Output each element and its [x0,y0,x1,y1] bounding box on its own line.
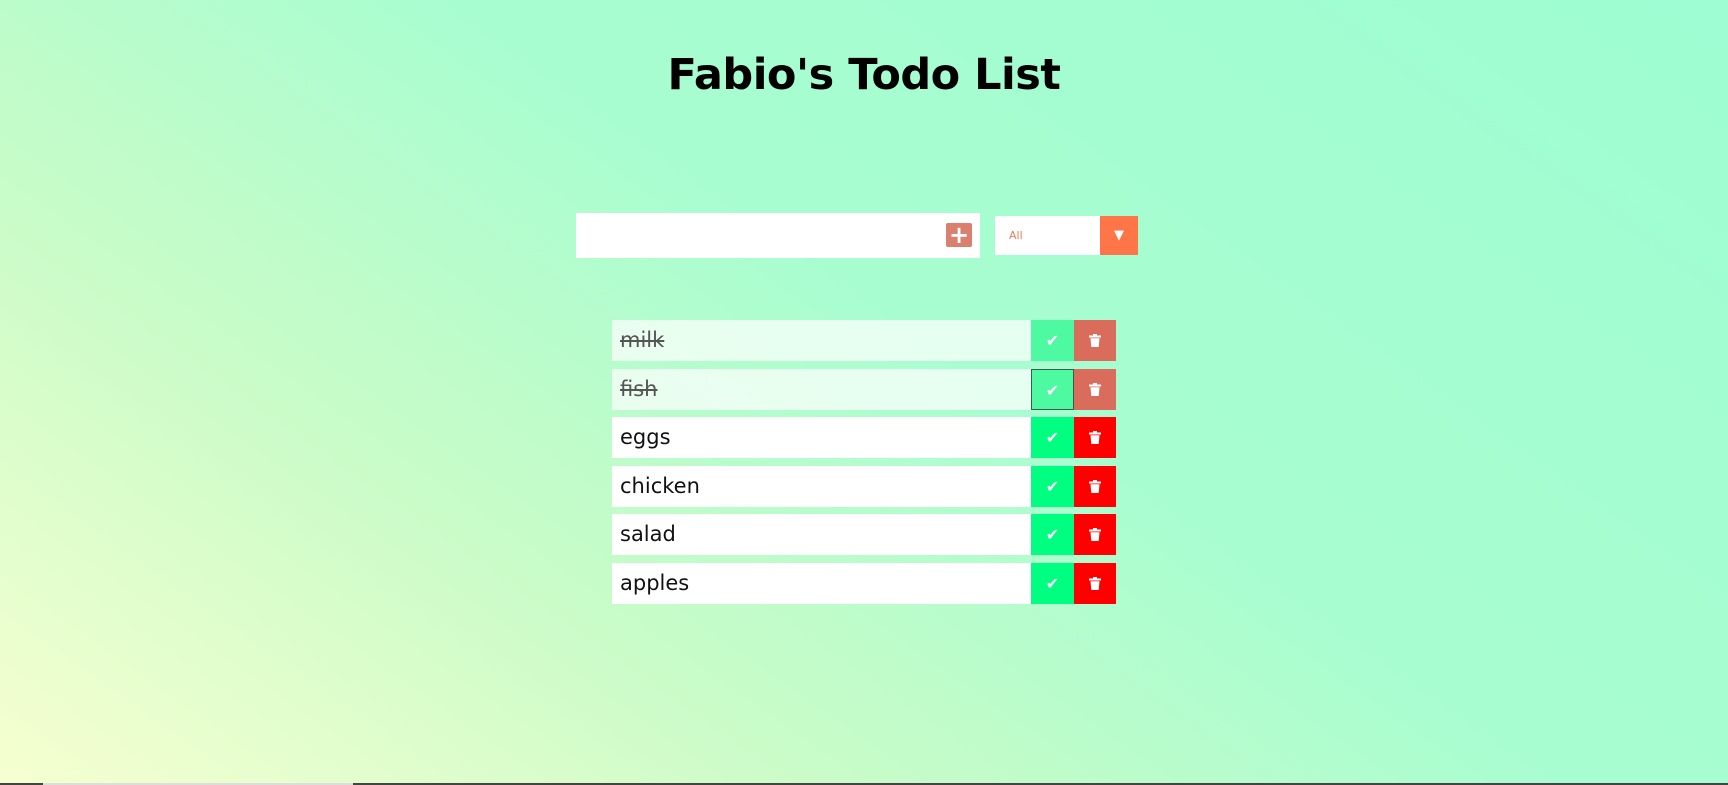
caret-down-icon: ▼ [1114,228,1124,243]
todo-item: eggs ✔ [612,417,1116,459]
complete-button[interactable]: ✔ [1031,417,1074,459]
trash-icon [1089,528,1101,542]
todo-item-text: chicken [612,465,1031,507]
todo-item-text: milk [612,320,1031,361]
check-icon: ✔ [1045,476,1060,496]
todo-input[interactable] [576,213,936,258]
check-icon: ✔ [1045,331,1060,350]
check-icon: ✔ [1045,573,1060,593]
complete-button[interactable]: ✔ [1031,465,1074,507]
trash-icon [1089,382,1101,396]
todo-item-text: fish [612,368,1031,410]
todo-item: milk ✔ [612,320,1116,361]
page-title: Fabio's Todo List [667,50,1061,100]
complete-button[interactable]: ✔ [1031,368,1074,410]
delete-button[interactable] [1074,417,1116,459]
todo-input-container: + [576,213,980,258]
delete-button[interactable] [1074,320,1116,361]
filter-selected-value: All [1009,229,1023,242]
delete-button[interactable] [1074,514,1116,556]
todo-item: fish ✔ [612,368,1116,410]
trash-icon [1089,576,1101,590]
trash-icon [1089,479,1101,493]
delete-button[interactable] [1074,368,1116,410]
plus-icon: + [948,221,970,249]
todo-list: milk ✔ fish ✔ eggs ✔ chicken ✔ salad ✔ a… [612,320,1116,612]
todo-item-text: eggs [612,417,1031,459]
check-icon: ✔ [1045,428,1060,448]
filter-select[interactable]: All ▼ [995,216,1138,255]
trash-icon [1089,431,1101,445]
todo-item: chicken ✔ [612,465,1116,507]
complete-button[interactable]: ✔ [1031,514,1074,556]
todo-item: apples ✔ [612,562,1116,604]
delete-button[interactable] [1074,562,1116,604]
todo-item: salad ✔ [612,514,1116,556]
check-icon: ✔ [1045,380,1060,400]
filter-dropdown-button[interactable]: ▼ [1100,216,1138,255]
delete-button[interactable] [1074,465,1116,507]
add-todo-button[interactable]: + [946,223,972,247]
trash-icon [1089,334,1101,347]
todo-item-text: salad [612,514,1031,556]
check-icon: ✔ [1045,525,1060,545]
todo-item-text: apples [612,562,1031,604]
complete-button[interactable]: ✔ [1031,320,1074,361]
complete-button[interactable]: ✔ [1031,562,1074,604]
